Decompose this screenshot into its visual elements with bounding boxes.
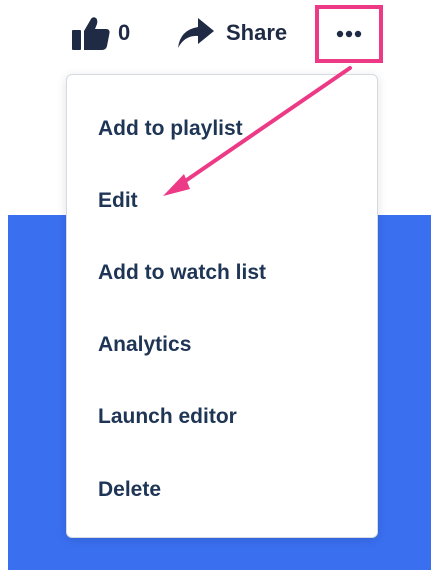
video-actions-bar: 0 Share xyxy=(0,0,431,64)
share-button[interactable]: Share xyxy=(178,14,287,52)
menu-item-delete[interactable]: Delete xyxy=(98,478,161,502)
menu-item-add-to-watch-list[interactable]: Add to watch list xyxy=(98,261,266,285)
more-options-menu: Add to playlist Edit Add to watch list A… xyxy=(66,74,378,538)
like-count: 0 xyxy=(118,20,131,45)
menu-item-edit[interactable]: Edit xyxy=(98,189,138,213)
thumbs-up-icon xyxy=(72,16,110,50)
menu-item-launch-editor[interactable]: Launch editor xyxy=(98,405,237,429)
share-label: Share xyxy=(226,20,288,45)
menu-item-analytics[interactable]: Analytics xyxy=(98,333,191,357)
menu-item-add-to-playlist[interactable]: Add to playlist xyxy=(98,117,243,141)
like-button[interactable]: 0 xyxy=(72,14,130,52)
more-options-icon xyxy=(336,30,362,38)
more-options-button[interactable] xyxy=(315,5,383,63)
share-arrow-icon xyxy=(178,18,214,48)
